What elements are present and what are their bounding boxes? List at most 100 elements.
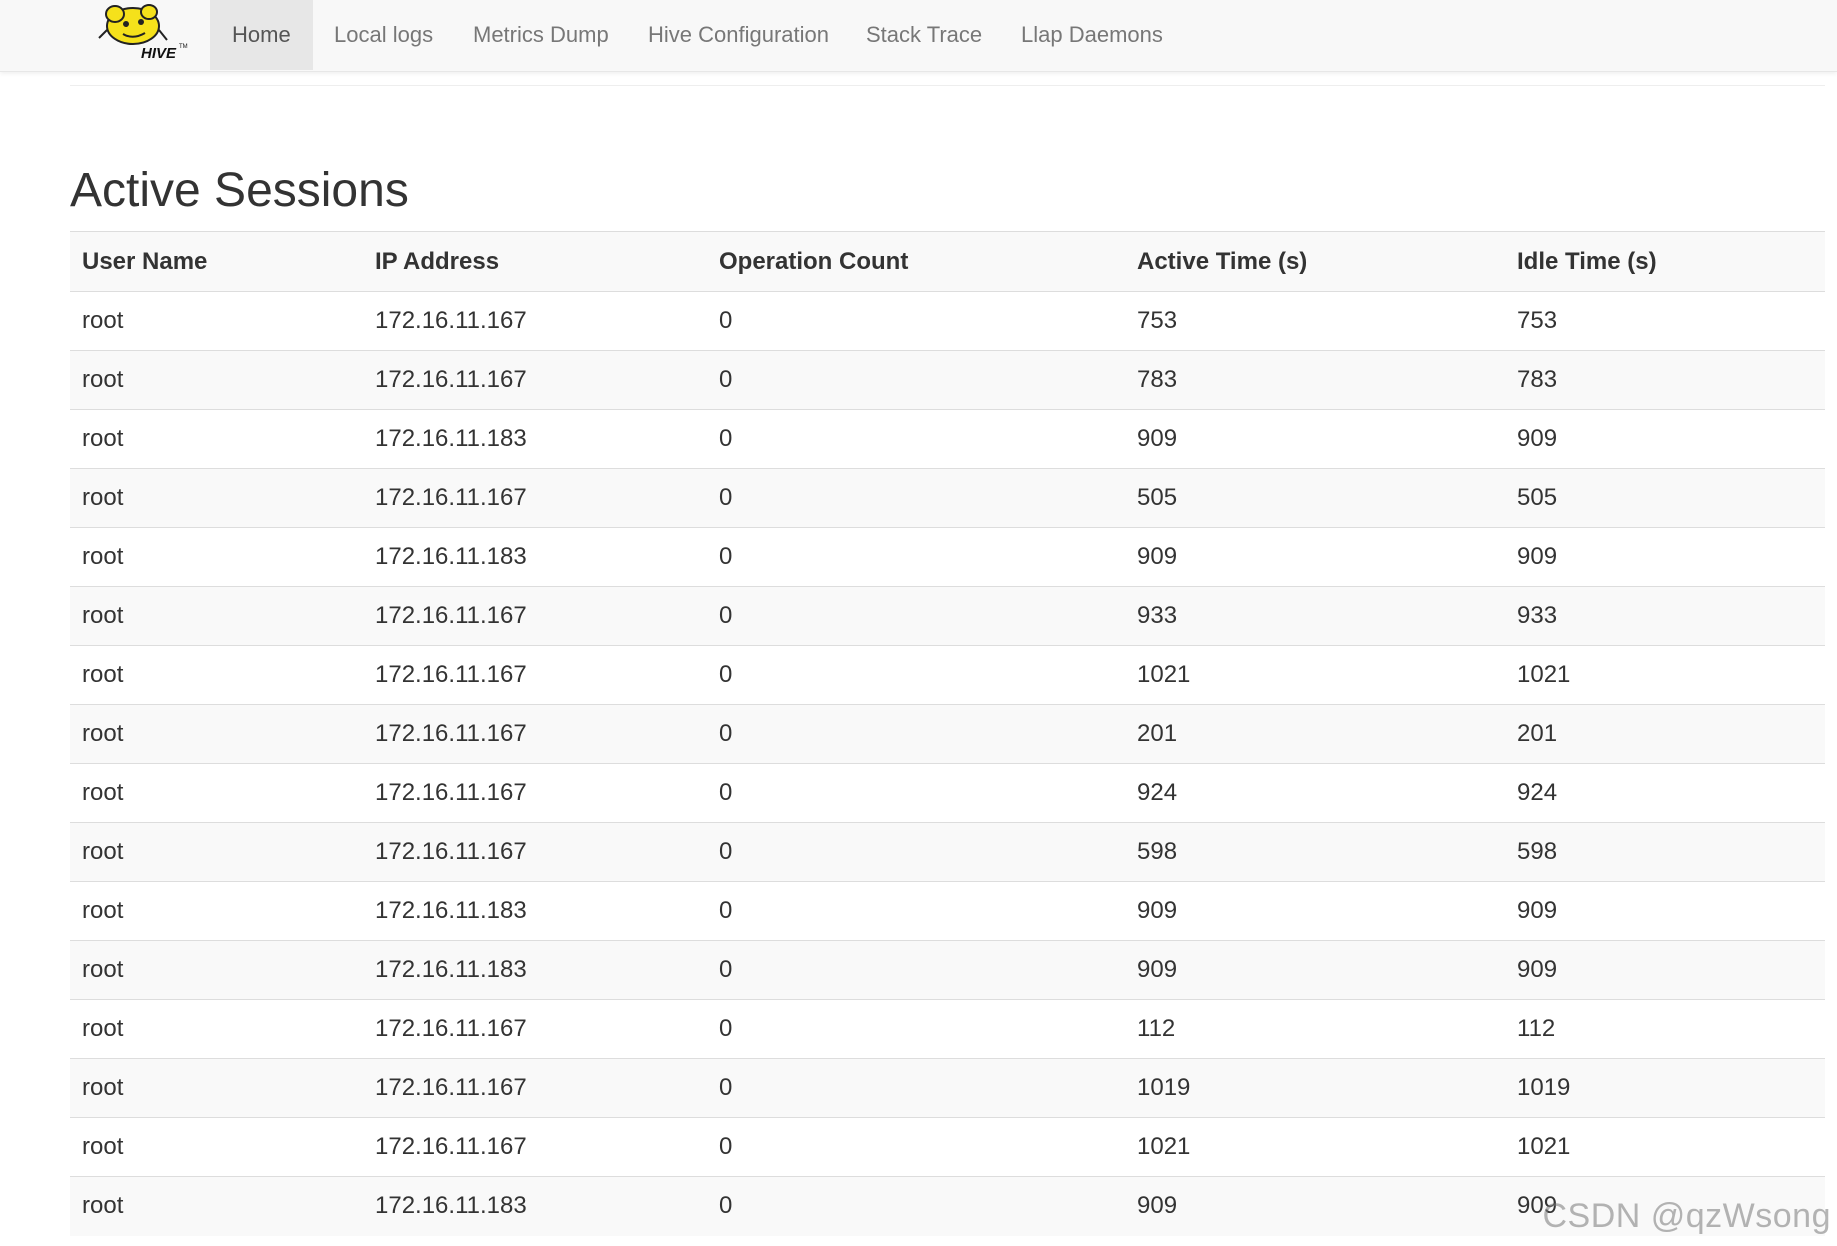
cell-idle-time: 924 — [1505, 763, 1825, 823]
nav-hive-configuration[interactable]: Hive Configuration — [626, 0, 851, 70]
table-row: root 172.16.11.167 0 201 201 — [70, 704, 1825, 764]
nav-home[interactable]: Home — [210, 0, 313, 70]
column-header-user-name: User Name — [70, 231, 363, 292]
cell-idle-time: 933 — [1505, 586, 1825, 646]
cell-idle-time: 909 — [1505, 527, 1825, 587]
cell-operation-count: 0 — [707, 291, 1125, 351]
cell-active-time: 909 — [1125, 409, 1505, 469]
cell-idle-time: 1021 — [1505, 1117, 1825, 1177]
cell-user-name: root — [70, 409, 363, 469]
table-row: root 172.16.11.183 0 909 909 — [70, 881, 1825, 941]
table-header-row: User Name IP Address Operation Count Act… — [70, 231, 1825, 292]
cell-operation-count: 0 — [707, 1117, 1125, 1177]
cell-operation-count: 0 — [707, 645, 1125, 705]
cell-active-time: 505 — [1125, 468, 1505, 528]
cell-user-name: root — [70, 704, 363, 764]
table-row: root 172.16.11.167 0 1019 1019 — [70, 1058, 1825, 1118]
cell-user-name: root — [70, 763, 363, 823]
cell-operation-count: 0 — [707, 468, 1125, 528]
cell-user-name: root — [70, 940, 363, 1000]
cell-ip-address: 172.16.11.183 — [363, 1176, 707, 1236]
sessions-table-container: User Name IP Address Operation Count Act… — [70, 231, 1825, 1236]
column-header-active-time: Active Time (s) — [1125, 231, 1505, 292]
page-title: Active Sessions — [70, 164, 409, 217]
cell-idle-time: 909 — [1505, 881, 1825, 941]
table-row: root 172.16.11.183 0 909 909 — [70, 409, 1825, 469]
cell-active-time: 753 — [1125, 291, 1505, 351]
cell-ip-address: 172.16.11.167 — [363, 350, 707, 410]
cell-active-time: 933 — [1125, 586, 1505, 646]
nav-llap-daemons[interactable]: Llap Daemons — [999, 0, 1185, 70]
cell-operation-count: 0 — [707, 586, 1125, 646]
cell-user-name: root — [70, 350, 363, 410]
table-row: root 172.16.11.167 0 112 112 — [70, 999, 1825, 1059]
cell-active-time: 1019 — [1125, 1058, 1505, 1118]
cell-active-time: 909 — [1125, 527, 1505, 587]
cell-idle-time: 909 — [1505, 940, 1825, 1000]
table-row: root 172.16.11.167 0 753 753 — [70, 291, 1825, 351]
svg-text:TM: TM — [179, 44, 188, 50]
cell-idle-time: 201 — [1505, 704, 1825, 764]
nav-local-logs[interactable]: Local logs — [312, 0, 455, 70]
divider — [70, 85, 1825, 86]
cell-ip-address: 172.16.11.183 — [363, 881, 707, 941]
cell-active-time: 598 — [1125, 822, 1505, 882]
cell-ip-address: 172.16.11.183 — [363, 527, 707, 587]
table-body: root 172.16.11.167 0 753 753 root 172.16.11.1… — [70, 291, 1825, 1236]
cell-active-time: 201 — [1125, 704, 1505, 764]
column-header-ip-address: IP Address — [363, 231, 707, 292]
table-row: root 172.16.11.167 0 933 933 — [70, 586, 1825, 646]
column-header-operation-count: Operation Count — [707, 231, 1125, 292]
cell-idle-time: 783 — [1505, 350, 1825, 410]
cell-ip-address: 172.16.11.167 — [363, 999, 707, 1059]
watermark: CSDN @qzWsong — [1542, 1197, 1831, 1235]
cell-ip-address: 172.16.11.167 — [363, 586, 707, 646]
cell-operation-count: 0 — [707, 940, 1125, 1000]
top-navbar: HIVE TM Home Local logs Metrics Dump Hiv… — [0, 0, 1837, 72]
cell-ip-address: 172.16.11.183 — [363, 409, 707, 469]
cell-user-name: root — [70, 822, 363, 882]
table-row: root 172.16.11.167 0 1021 1021 — [70, 645, 1825, 705]
cell-active-time: 783 — [1125, 350, 1505, 410]
cell-user-name: root — [70, 586, 363, 646]
cell-ip-address: 172.16.11.167 — [363, 468, 707, 528]
cell-user-name: root — [70, 527, 363, 587]
cell-ip-address: 172.16.11.167 — [363, 763, 707, 823]
hive-logo[interactable]: HIVE TM — [93, 0, 188, 64]
table-row: root 172.16.11.167 0 783 783 — [70, 350, 1825, 410]
cell-operation-count: 0 — [707, 1176, 1125, 1236]
cell-operation-count: 0 — [707, 527, 1125, 587]
cell-ip-address: 172.16.11.167 — [363, 645, 707, 705]
cell-active-time: 112 — [1125, 999, 1505, 1059]
cell-active-time: 1021 — [1125, 1117, 1505, 1177]
cell-ip-address: 172.16.11.183 — [363, 940, 707, 1000]
cell-user-name: root — [70, 645, 363, 705]
cell-operation-count: 0 — [707, 999, 1125, 1059]
nav-metrics-dump[interactable]: Metrics Dump — [451, 0, 631, 70]
table-row: root 172.16.11.167 0 505 505 — [70, 468, 1825, 528]
table-row: root 172.16.11.167 0 924 924 — [70, 763, 1825, 823]
cell-user-name: root — [70, 1058, 363, 1118]
cell-operation-count: 0 — [707, 350, 1125, 410]
cell-idle-time: 1021 — [1505, 645, 1825, 705]
cell-idle-time: 505 — [1505, 468, 1825, 528]
cell-active-time: 909 — [1125, 1176, 1505, 1236]
cell-ip-address: 172.16.11.167 — [363, 704, 707, 764]
cell-idle-time: 598 — [1505, 822, 1825, 882]
cell-operation-count: 0 — [707, 409, 1125, 469]
cell-active-time: 1021 — [1125, 645, 1505, 705]
cell-user-name: root — [70, 468, 363, 528]
cell-idle-time: 1019 — [1505, 1058, 1825, 1118]
active-sessions-table: User Name IP Address Operation Count Act… — [70, 231, 1825, 1236]
cell-active-time: 909 — [1125, 940, 1505, 1000]
cell-operation-count: 0 — [707, 704, 1125, 764]
cell-operation-count: 0 — [707, 763, 1125, 823]
cell-operation-count: 0 — [707, 1058, 1125, 1118]
svg-text:HIVE: HIVE — [141, 45, 177, 62]
table-row: root 172.16.11.183 0 909 909 — [70, 527, 1825, 587]
table-row: root 172.16.11.183 0 909 909 — [70, 940, 1825, 1000]
cell-user-name: root — [70, 291, 363, 351]
cell-idle-time: 753 — [1505, 291, 1825, 351]
nav-stack-trace[interactable]: Stack Trace — [844, 0, 1004, 70]
cell-ip-address: 172.16.11.167 — [363, 291, 707, 351]
